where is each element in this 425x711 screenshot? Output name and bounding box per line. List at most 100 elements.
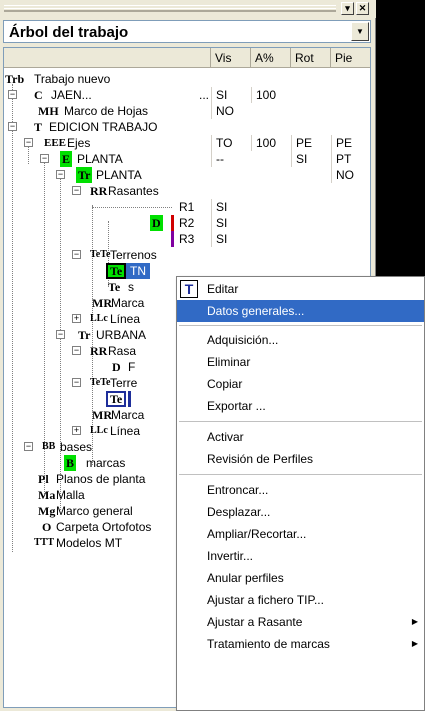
cell-vis: SI (211, 231, 227, 247)
menu-item-copiar[interactable]: Copiar (177, 373, 424, 395)
terreno-icon: Te (106, 263, 127, 279)
tree-row[interactable]: Trb Trabajo nuevo (4, 71, 370, 87)
column-header-vis[interactable]: Vis (211, 48, 251, 68)
menu-item-ajustar-rasante[interactable]: Ajustar a Rasante ▶ (177, 611, 424, 633)
drag-grip[interactable] (4, 5, 336, 12)
marca-icon: MR (92, 296, 112, 310)
tree-row[interactable]: − EEE Ejes TO 100 PE PE (4, 135, 370, 151)
menu-item-datos-generales[interactable]: Datos generales... (177, 300, 424, 322)
menu-item-ajustar-tip[interactable]: Ajustar a fichero TIP... (177, 589, 424, 611)
row-label: F (128, 360, 136, 374)
menu-item-label: Editar (207, 282, 239, 296)
menu-item-entroncar[interactable]: Entroncar... (177, 479, 424, 501)
modelos-icon: TTT (34, 537, 55, 548)
tree-row[interactable]: − T EDICION TRABAJO (4, 119, 370, 135)
chevron-down-icon[interactable]: ▼ (351, 22, 369, 41)
menu-separator (179, 421, 422, 422)
menu-separator (179, 325, 422, 326)
ortofotos-icon: O (42, 520, 52, 534)
row-label: Malla (56, 488, 85, 502)
menu-item-activar[interactable]: Activar (177, 426, 424, 448)
row-label: Marca (111, 296, 145, 310)
menu-item-invertir[interactable]: Invertir... (177, 545, 424, 567)
malla-icon: Ma (38, 488, 56, 502)
tree-selector[interactable]: Árbol del trabajo ▼ (3, 20, 371, 43)
linea-icon: LLc (90, 313, 108, 324)
close-icon[interactable]: ✕ (356, 2, 369, 15)
cell-vis: SI (211, 215, 227, 231)
menu-item-label: Desplazar... (207, 505, 271, 519)
row-label: R2 (179, 216, 195, 230)
expand-icon[interactable]: − (72, 346, 81, 355)
menu-item-label: Anular perfiles (207, 571, 284, 585)
text-edit-icon: T (180, 280, 198, 298)
tree-row[interactable]: − Tr PLANTA NO (4, 167, 370, 183)
expand-icon[interactable]: − (24, 138, 33, 147)
expand-icon[interactable]: − (72, 378, 81, 387)
row-label: Trabajo nuevo (34, 72, 111, 86)
mh-icon: MH (38, 104, 59, 118)
terreno-icon: Te (106, 391, 127, 407)
linea-icon: LLc (90, 425, 108, 436)
expand-icon[interactable]: − (72, 186, 81, 195)
expand-icon[interactable]: − (72, 250, 81, 259)
column-header-pie[interactable]: Pie (331, 48, 370, 68)
tree-row[interactable]: R3 SI (4, 231, 370, 247)
row-label: R1 (179, 200, 195, 214)
row-label: Línea (110, 312, 141, 326)
rasantes-icon: RR (90, 344, 108, 358)
expand-icon[interactable]: − (24, 442, 33, 451)
expand-icon[interactable]: + (72, 314, 81, 323)
minimize-icon[interactable]: ▾ (341, 2, 354, 15)
row-label: Marco de Hojas (64, 104, 149, 118)
tree-row[interactable]: R1 SI (4, 199, 370, 215)
base-icon: B (64, 455, 77, 471)
tree-row[interactable]: − C JAEN... ... SI 100 (4, 87, 370, 103)
cell-vis: NO (211, 103, 234, 119)
menu-item-revision-perfiles[interactable]: Revisión de Perfiles (177, 448, 424, 470)
menu-item-adquisicion[interactable]: Adquisición... (177, 329, 424, 351)
default-icon: D (150, 215, 163, 231)
expand-icon[interactable]: − (56, 170, 65, 179)
expand-icon[interactable]: − (8, 122, 17, 131)
t-icon: T (34, 120, 43, 134)
tree-row[interactable]: − E PLANTA -- SI PT (4, 151, 370, 167)
menu-item-eliminar[interactable]: Eliminar (177, 351, 424, 373)
menu-item-tratamiento-marcas[interactable]: Tratamiento de marcas ▶ (177, 633, 424, 655)
expand-icon[interactable]: − (56, 330, 65, 339)
row-label: Terrenos (110, 248, 157, 262)
expand-icon[interactable]: − (40, 154, 49, 163)
menu-item-label: Tratamiento de marcas (207, 637, 330, 651)
row-label: TN (126, 263, 150, 279)
ejes-icon: EEE (44, 137, 67, 149)
menu-item-ampliar-recortar[interactable]: Ampliar/Recortar... (177, 523, 424, 545)
cell-a: 100 (251, 135, 276, 151)
expand-icon[interactable]: + (72, 426, 81, 435)
submenu-arrow-icon: ▶ (411, 617, 418, 626)
row-label: Marca (111, 408, 145, 422)
eje-icon: E (60, 151, 73, 167)
menu-item-label: Copiar (207, 377, 243, 391)
cell-vis: SI (211, 199, 227, 215)
menu-item-editar[interactable]: T Editar (177, 278, 424, 300)
menu-item-exportar[interactable]: Exportar ... (177, 395, 424, 417)
cell-vis: -- (211, 151, 224, 167)
menu-item-label: Activar (207, 430, 244, 444)
expand-icon[interactable]: − (8, 90, 17, 99)
menu-item-anular-perfiles[interactable]: Anular perfiles (177, 567, 424, 589)
row-label: Modelos MT (56, 536, 123, 550)
column-header-rot[interactable]: Rot (291, 48, 331, 68)
rasantes-icon: RR (90, 184, 108, 198)
tree-row[interactable]: D R2 SI (4, 215, 370, 231)
menu-item-desplazar[interactable]: Desplazar... (177, 501, 424, 523)
row-label: Marco general (56, 504, 133, 518)
menu-item-label: Datos generales... (207, 304, 305, 318)
default-icon: D (112, 360, 121, 374)
tramo-icon: Tr (78, 328, 91, 342)
tree-row[interactable]: MH Marco de Hojas NO (4, 103, 370, 119)
tree-row[interactable]: − TeTe Terrenos (4, 247, 370, 263)
menu-item-label: Revisión de Perfiles (207, 452, 314, 466)
column-header-a[interactable]: A% (251, 48, 291, 68)
row-label: Rasantes (108, 184, 159, 198)
tree-row[interactable]: − RR Rasantes (4, 183, 370, 199)
